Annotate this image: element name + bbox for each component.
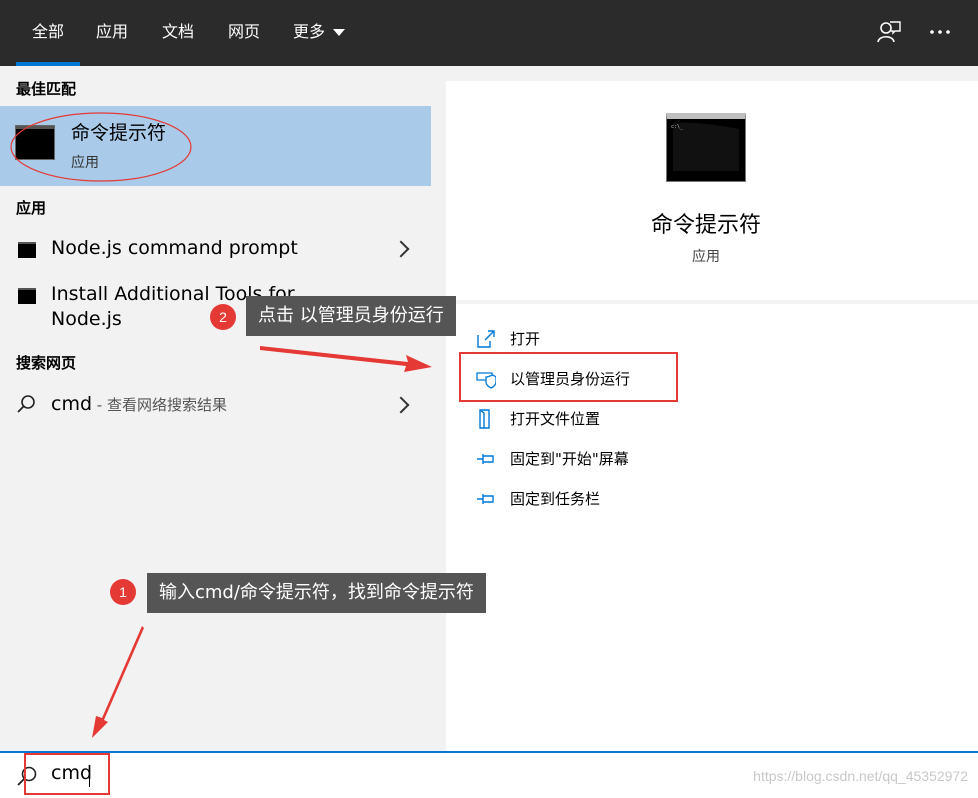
tab-more[interactable]: 更多 xyxy=(293,0,346,66)
best-match-item[interactable]: 命令提示符 应用 xyxy=(0,106,431,186)
action-label: 打开文件位置 xyxy=(510,410,601,428)
file-location-icon xyxy=(476,409,496,429)
divider xyxy=(446,300,978,304)
top-bar: 全部 应用 文档 网页 更多 xyxy=(0,0,978,66)
annotation-callout-2: 点击 以管理员身份运行 xyxy=(246,296,456,336)
web-search-term: cmd xyxy=(51,393,93,415)
detail-pane: c:\_ 命令提示符 应用 打开 以管理员身份运行 打开文件位置 固定到"开始"… xyxy=(446,81,978,751)
action-label: 打开 xyxy=(510,330,541,348)
chevron-right-icon[interactable] xyxy=(392,240,410,258)
list-item-web-search[interactable]: cmd - 查看网络搜索结果 xyxy=(0,390,431,420)
svg-text:c:\_: c:\_ xyxy=(671,124,684,130)
detail-app-type: 应用 xyxy=(692,249,720,265)
pin-icon xyxy=(476,489,496,509)
detail-app-name: 命令提示符 xyxy=(650,213,761,238)
annotation-badge-2: 2 xyxy=(210,304,236,330)
pin-icon xyxy=(476,449,496,469)
results-pane: 最佳匹配 命令提示符 应用 应用 Node.js command prompt … xyxy=(0,66,431,752)
app-label: Node.js command prompt xyxy=(51,237,298,259)
tab-apps[interactable]: 应用 xyxy=(96,0,128,66)
list-item-nodejs-prompt[interactable]: Node.js command prompt xyxy=(0,234,431,264)
tab-more-label: 更多 xyxy=(293,22,326,41)
search-bar[interactable]: cmd https://blog.csdn.net/qq_45352972 xyxy=(0,751,978,798)
apps-heading: 应用 xyxy=(16,199,47,217)
web-search-suffix: - 查看网络搜索结果 xyxy=(92,396,227,414)
best-match-heading: 最佳匹配 xyxy=(16,80,77,98)
best-match-name: 命令提示符 xyxy=(71,122,167,144)
more-options-icon[interactable] xyxy=(928,22,952,46)
annotation-callout-1: 输入cmd/命令提示符，找到命令提示符 xyxy=(147,573,486,613)
annotation-box-run-as-admin xyxy=(459,352,678,402)
annotation-box-search xyxy=(24,753,110,795)
cmd-app-icon xyxy=(16,126,54,159)
web-search-heading: 搜索网页 xyxy=(16,354,77,372)
app-label-line2: Node.js xyxy=(51,308,122,330)
console-icon xyxy=(18,288,36,304)
chevron-right-icon[interactable] xyxy=(392,396,410,414)
best-match-type: 应用 xyxy=(71,155,99,171)
watermark: https://blog.csdn.net/qq_45352972 xyxy=(753,768,968,784)
chevron-down-icon xyxy=(333,29,346,36)
console-icon xyxy=(18,242,36,258)
tab-documents[interactable]: 文档 xyxy=(162,0,194,66)
cmd-app-large-icon: c:\_ xyxy=(666,113,746,182)
open-icon xyxy=(476,329,496,349)
tab-web[interactable]: 网页 xyxy=(228,0,260,66)
annotation-badge-1: 1 xyxy=(110,579,136,605)
action-label: 固定到任务栏 xyxy=(510,490,601,508)
web-search-query: cmd - 查看网络搜索结果 xyxy=(51,392,227,418)
search-icon xyxy=(16,394,36,418)
action-label: 固定到"开始"屏幕 xyxy=(510,450,629,468)
feedback-icon[interactable] xyxy=(876,20,902,50)
tab-all[interactable]: 全部 xyxy=(16,0,80,66)
